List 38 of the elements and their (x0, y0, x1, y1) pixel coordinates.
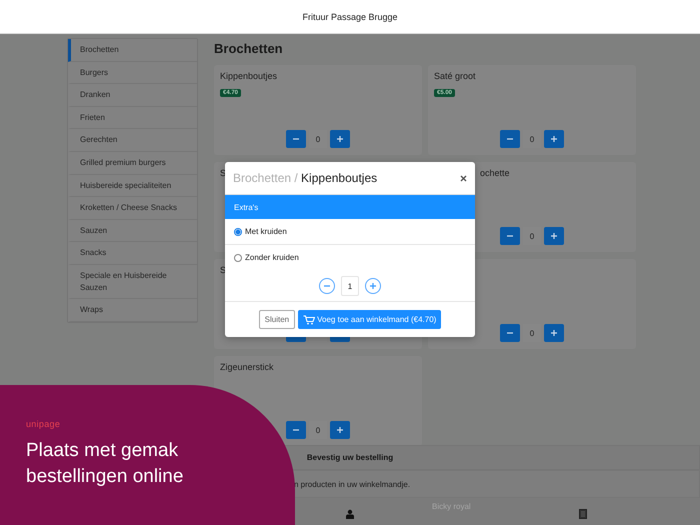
plus-icon (336, 135, 344, 143)
plus-icon (550, 232, 558, 240)
brand-logo: unipage (26, 419, 60, 429)
option-label: Zonder kruiden (245, 253, 299, 262)
increase-button[interactable] (544, 324, 564, 342)
option-label: Met kruiden (245, 227, 287, 236)
category-item[interactable]: Brochetten (68, 39, 197, 62)
product-name: Saté groot (434, 71, 476, 83)
order-message: n producten in uw winkelmandje. (294, 480, 410, 488)
increase-button[interactable] (544, 130, 564, 148)
close-button[interactable]: Sluiten (258, 310, 296, 329)
dialog-title: Brochetten / Kippenboutjes (233, 171, 378, 185)
promo-headline: Plaats met gemak bestellingen online (26, 439, 184, 489)
increase-button[interactable] (544, 227, 564, 245)
add-to-cart-button[interactable]: Voeg toe aan winkelmand (€4.70) (298, 310, 442, 329)
increase-button[interactable] (330, 130, 350, 148)
person-icon[interactable] (344, 508, 355, 518)
plus-icon (369, 282, 377, 290)
product-name: Kippenboutjes (220, 71, 278, 83)
product-name: ochette (480, 168, 510, 180)
section-title: Extra's (234, 202, 258, 212)
radio-button[interactable] (234, 254, 242, 262)
close-button[interactable] (460, 174, 467, 182)
plus-icon (550, 329, 558, 337)
document-icon[interactable] (579, 508, 588, 518)
restaurant-title: Frituur Passage Brugge (302, 12, 398, 22)
quantity-field[interactable]: 1 (341, 276, 359, 296)
close-icon (460, 174, 467, 182)
radio-button[interactable] (234, 228, 242, 236)
product-name: Zigeunerstick (220, 362, 274, 374)
increase-button[interactable] (330, 421, 350, 439)
category-heading: Brochetten (214, 41, 284, 56)
order-title: Bevestig uw bestelling (306, 453, 394, 462)
decrease-button[interactable] (319, 278, 335, 294)
cart-icon (303, 314, 316, 324)
increase-button[interactable] (365, 278, 381, 294)
plus-icon (336, 426, 344, 434)
plus-icon (550, 135, 558, 143)
